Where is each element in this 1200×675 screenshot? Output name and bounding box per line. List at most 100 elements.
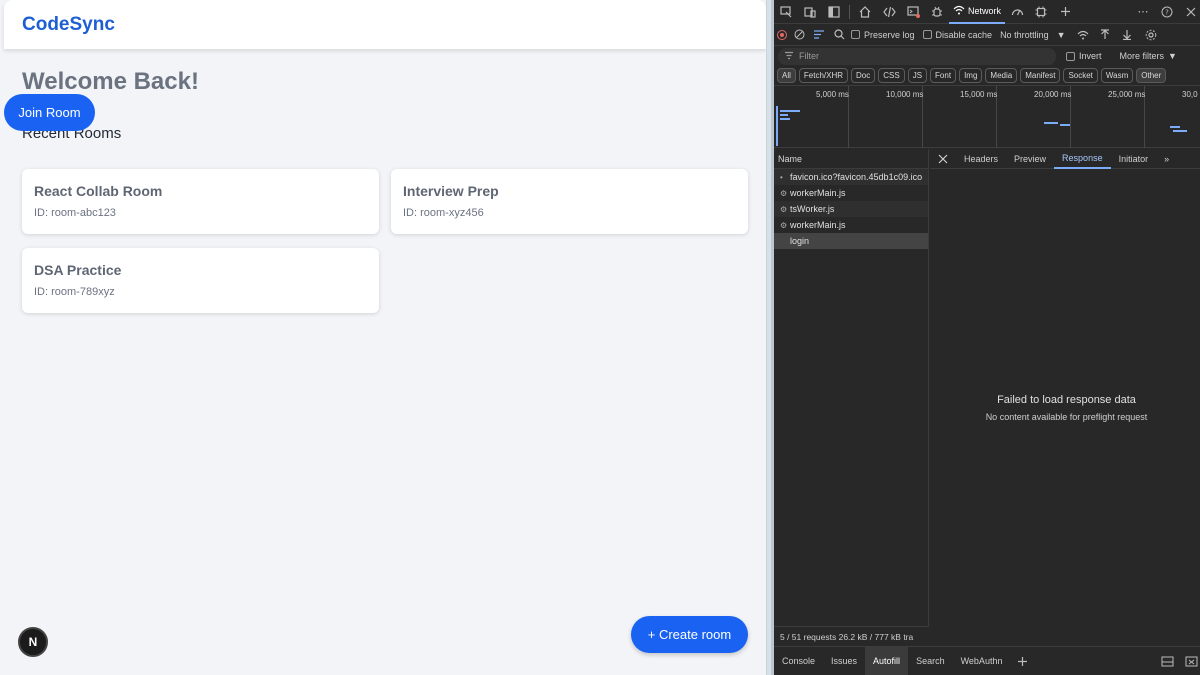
more-filters-button[interactable]: More filters [1120, 51, 1165, 61]
record-icon[interactable] [777, 29, 787, 40]
home-icon[interactable] [853, 1, 877, 23]
timeline-tick-label: 20,000 ms [1034, 90, 1072, 99]
tab-response[interactable]: Response [1054, 149, 1111, 169]
room-card[interactable]: React Collab Room ID: room-abc123 [22, 169, 379, 234]
disable-cache-label: Disable cache [935, 29, 993, 40]
timeline-bar [1173, 130, 1187, 132]
performance-gauge-icon[interactable] [1005, 1, 1029, 23]
more-tabs-chevron-icon[interactable]: » [1156, 149, 1177, 169]
add-drawer-tab-icon[interactable] [1010, 650, 1034, 672]
tab-preview[interactable]: Preview [1006, 149, 1054, 169]
request-rows: • favicon.ico?favicon.45db1c09.ico ⚙ wor… [774, 169, 928, 249]
timeline-bar [776, 106, 778, 146]
chip-font[interactable]: Font [930, 68, 957, 83]
gear-icon: ⚙ [780, 204, 788, 214]
disable-cache-checkbox[interactable] [922, 30, 932, 39]
request-name: workerMain.js [790, 220, 846, 230]
timeline-tick-label: 15,000 ms [960, 90, 998, 99]
filter-placeholder: Filter [799, 51, 819, 61]
drawer-tab-issues[interactable]: Issues [823, 647, 865, 675]
request-row-selected[interactable]: login [774, 233, 928, 249]
help-icon[interactable]: ? [1155, 1, 1179, 23]
filter-settings-icon[interactable] [811, 24, 827, 46]
tab-initiator[interactable]: Initiator [1111, 149, 1157, 169]
chip-socket[interactable]: Socket [1063, 68, 1098, 83]
search-icon[interactable] [831, 24, 847, 46]
request-name: workerMain.js [790, 188, 846, 198]
export-download-icon[interactable] [1118, 24, 1136, 46]
chip-media[interactable]: Media [985, 68, 1018, 83]
detail-tabbar: Headers Preview Response Initiator » [930, 149, 1200, 169]
chip-manifest[interactable]: Manifest [1020, 68, 1061, 83]
timeline-bar [780, 118, 790, 120]
drawer-tab-webauthn[interactable]: WebAuthn [953, 647, 1011, 675]
debugger-bug-icon[interactable] [925, 1, 949, 23]
gear-icon: ⚙ [780, 220, 788, 230]
name-column-header[interactable]: Name [774, 149, 928, 169]
dock-side-icon[interactable] [822, 1, 846, 23]
tab-network[interactable]: Network [949, 0, 1006, 24]
invert-checkbox[interactable] [1066, 51, 1075, 61]
room-name: Interview Prep [403, 183, 499, 199]
join-room-button[interactable]: Join Room [4, 94, 95, 131]
preserve-log-checkbox[interactable] [851, 30, 860, 39]
close-detail-icon[interactable] [930, 149, 956, 169]
timeline-bar [1060, 124, 1070, 126]
preserve-log-label: Preserve log [864, 29, 915, 40]
filter-row: Filter Invert More filters ▼ [774, 46, 1200, 66]
drawer-tab-console[interactable]: Console [774, 647, 823, 675]
dock-drawer-icon[interactable] [1155, 650, 1179, 672]
request-name: tsWorker.js [790, 204, 835, 214]
timeline-bar [1044, 122, 1058, 124]
tab-headers[interactable]: Headers [956, 149, 1006, 169]
room-name: React Collab Room [34, 183, 163, 199]
chip-wasm[interactable]: Wasm [1100, 68, 1134, 83]
chip-doc[interactable]: Doc [851, 68, 876, 83]
settings-gear-icon[interactable] [1140, 24, 1162, 46]
chip-js[interactable]: JS [907, 68, 928, 83]
memory-chip-icon[interactable] [1029, 1, 1053, 23]
room-grid: React Collab Room ID: room-abc123 Interv… [22, 169, 748, 313]
close-devtools-icon[interactable] [1179, 1, 1200, 23]
request-row[interactable]: • favicon.ico?favicon.45db1c09.ico [774, 169, 928, 185]
chip-css[interactable]: CSS [878, 68, 905, 83]
console-warning-icon[interactable] [901, 1, 925, 23]
device-toolbar-icon[interactable] [798, 1, 822, 23]
close-drawer-icon[interactable] [1179, 650, 1200, 672]
chevron-down-icon[interactable]: ▼ [1168, 51, 1177, 61]
network-toolbar: Preserve log Disable cache No throttling… [774, 24, 1200, 46]
room-card[interactable]: Interview Prep ID: room-xyz456 [391, 169, 748, 234]
network-summary: 5 / 51 requests 26.2 kB / 777 kB tra [774, 626, 929, 646]
network-timeline[interactable]: 5,000 ms 10,000 ms 15,000 ms 20,000 ms 2… [774, 85, 1200, 148]
room-card[interactable]: DSA Practice ID: room-789xyz [22, 248, 379, 313]
nextjs-dev-badge[interactable]: N [18, 627, 48, 657]
chip-fetch-xhr[interactable]: Fetch/XHR [798, 68, 849, 83]
request-name: login [790, 236, 810, 246]
filter-input[interactable]: Filter [778, 47, 1056, 65]
chip-all[interactable]: All [777, 68, 796, 83]
network-conditions-icon[interactable] [1074, 24, 1092, 46]
invert-label: Invert [1079, 51, 1102, 61]
drawer-tab-search[interactable]: Search [908, 647, 953, 675]
request-row[interactable]: ⚙ workerMain.js [774, 185, 928, 201]
chevron-down-icon[interactable]: ▼ [1057, 30, 1066, 40]
brand-logo[interactable]: CodeSync [22, 14, 115, 36]
clear-icon[interactable] [791, 24, 807, 46]
devtools-tabbar: Network ⋯ ? [774, 0, 1200, 24]
room-name: DSA Practice [34, 262, 122, 278]
more-options-icon[interactable]: ⋯ [1131, 1, 1155, 23]
request-row[interactable]: ⚙ tsWorker.js [774, 201, 928, 217]
drawer-tab-autofill[interactable]: Autofill [865, 646, 909, 675]
elements-code-icon[interactable] [877, 1, 901, 23]
import-upload-icon[interactable] [1096, 24, 1114, 46]
tab-network-label: Network [968, 5, 1002, 16]
devtools-panel: Network ⋯ ? Preserve log Disable cache N… [771, 0, 1200, 675]
chip-img[interactable]: Img [959, 68, 983, 83]
request-row[interactable]: ⚙ workerMain.js [774, 217, 928, 233]
inspect-element-icon[interactable] [774, 1, 798, 23]
create-room-button[interactable]: + Create room [631, 616, 748, 653]
throttling-select[interactable]: No throttling [1000, 30, 1049, 40]
add-tab-icon[interactable] [1053, 1, 1077, 23]
filter-icon [784, 51, 794, 62]
chip-other[interactable]: Other [1136, 68, 1167, 83]
